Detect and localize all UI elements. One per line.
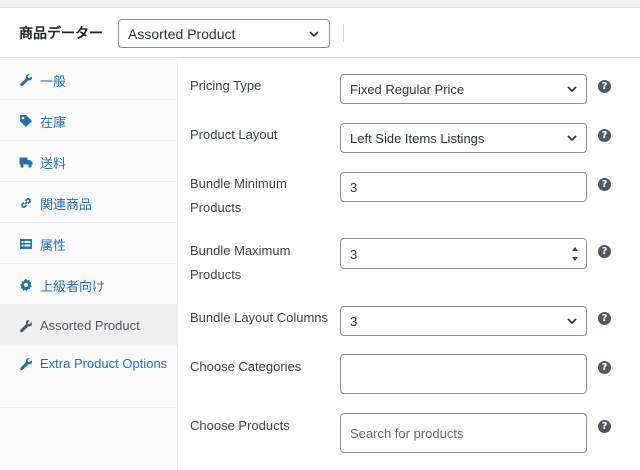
- product-layout-value: Left Side Items Listings: [350, 131, 485, 146]
- product-data-tabs: 一般 在庫 送料 関連商品 属性 上級者向け Assorted Product: [0, 59, 178, 470]
- pricing-type-label: Pricing Type: [190, 78, 262, 93]
- wrench-icon: [20, 320, 32, 333]
- list-icon: [20, 239, 32, 249]
- help-icon[interactable]: ?: [598, 245, 611, 258]
- number-spinner[interactable]: [570, 242, 580, 266]
- choose-products-input[interactable]: Search for products: [340, 413, 587, 453]
- tab-linked-products-label: 関連商品: [40, 198, 93, 213]
- header-divider: [343, 24, 344, 42]
- tab-advanced[interactable]: 上級者向け: [0, 264, 177, 305]
- product-type-value: Assorted Product: [128, 26, 236, 42]
- bundle-columns-label: Bundle Layout Columns: [190, 310, 329, 325]
- tab-general-label: 一般: [40, 75, 67, 90]
- tab-shipping[interactable]: 送料: [0, 141, 177, 182]
- truck-icon: [19, 157, 33, 168]
- tab-assorted-product[interactable]: Assorted Product: [0, 305, 177, 346]
- choose-products-placeholder: Search for products: [350, 426, 464, 441]
- bundle-min-input[interactable]: 3: [340, 172, 587, 202]
- chevron-down-icon: [567, 135, 577, 142]
- tab-general[interactable]: 一般: [0, 59, 177, 100]
- product-data-header: 商品データー Assorted Product: [0, 8, 640, 58]
- pricing-type-select[interactable]: Fixed Regular Price: [340, 74, 587, 104]
- choose-products-label: Choose Products: [190, 418, 290, 433]
- product-layout-select[interactable]: Left Side Items Listings: [340, 123, 587, 153]
- bundle-min-label: Bundle Minimum Products: [190, 176, 287, 215]
- gear-icon: [20, 278, 32, 291]
- product-type-select[interactable]: Assorted Product: [118, 19, 330, 48]
- chevron-down-icon: [567, 318, 577, 325]
- tab-extra-product-options-label: Extra Product Options: [40, 356, 168, 371]
- help-icon[interactable]: ?: [598, 80, 611, 93]
- help-icon[interactable]: ?: [598, 420, 611, 433]
- tab-inventory-label: 在庫: [40, 116, 67, 131]
- tab-inventory[interactable]: 在庫: [0, 100, 177, 141]
- bundle-max-value: 3: [350, 247, 358, 262]
- bundle-columns-value: 3: [350, 314, 358, 329]
- tab-attributes[interactable]: 属性: [0, 223, 177, 264]
- tab-linked-products[interactable]: 関連商品: [0, 182, 177, 223]
- tab-attributes-label: 属性: [40, 239, 67, 254]
- tab-extra-product-options[interactable]: Extra Product Options: [0, 346, 177, 408]
- bundle-max-label: Bundle Maximum Products: [190, 243, 291, 282]
- tag-icon: [20, 115, 32, 127]
- choose-categories-label: Choose Categories: [190, 359, 302, 374]
- tab-assorted-product-label: Assorted Product: [40, 318, 140, 333]
- chevron-down-icon: [567, 86, 577, 93]
- choose-categories-input[interactable]: [340, 354, 587, 394]
- pricing-type-value: Fixed Regular Price: [350, 82, 465, 97]
- wrench-icon: [20, 74, 32, 87]
- product-data-panel: 商品データー Assorted Product 一般 在庫 送料 関連商品 属性: [0, 7, 640, 470]
- bundle-min-value: 3: [350, 180, 358, 195]
- help-icon[interactable]: ?: [598, 312, 611, 325]
- tab-shipping-label: 送料: [40, 157, 67, 172]
- product-data-title: 商品データー: [19, 26, 103, 42]
- bundle-columns-select[interactable]: 3: [340, 306, 587, 336]
- link-icon: [21, 198, 31, 208]
- help-icon[interactable]: ?: [598, 178, 611, 191]
- help-icon[interactable]: ?: [598, 129, 611, 142]
- product-layout-label: Product Layout: [190, 127, 278, 142]
- help-icon[interactable]: ?: [598, 361, 611, 374]
- tab-advanced-label: 上級者向け: [40, 280, 106, 295]
- chevron-down-icon: [309, 31, 319, 38]
- bundle-max-input[interactable]: 3: [340, 238, 587, 269]
